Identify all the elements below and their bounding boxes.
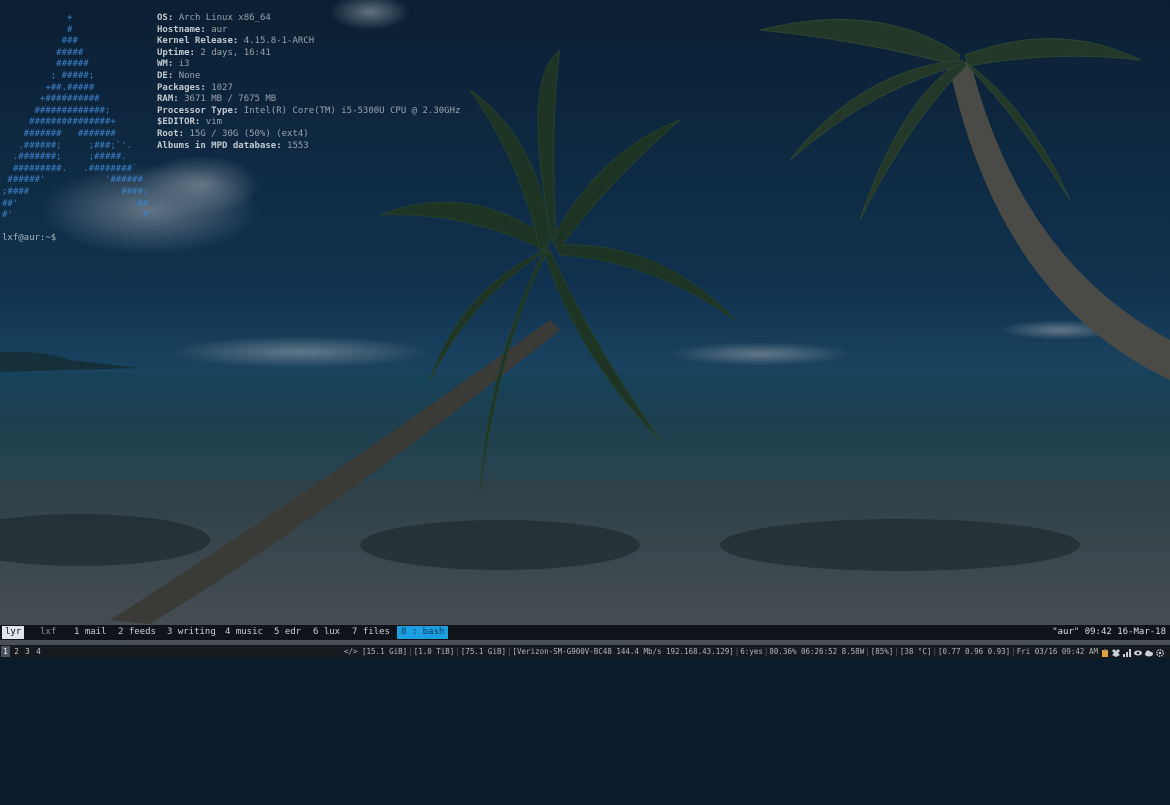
- workspace-1[interactable]: 1: [1, 646, 10, 657]
- sysinfo-key: WM:: [157, 59, 174, 70]
- terminal-window[interactable]: + # ### ##### ###### ; #####; +##.##### …: [0, 0, 1170, 624]
- cloud-icon[interactable]: [1145, 648, 1153, 656]
- sysinfo-value: 2 days, 16:41: [200, 47, 271, 58]
- tmux-window-files[interactable]: 7 files: [352, 625, 390, 640]
- sysinfo-line: RAM: 3671 MB / 7675 MB: [157, 94, 460, 106]
- status-disk-data: [75.1 GiB]: [460, 647, 506, 656]
- sysinfo-line: Packages: 1027: [157, 83, 460, 95]
- system-info: OS: Arch Linux x86_64 Hostname: aur Kernel…: [157, 13, 460, 152]
- sysinfo-value: 1027: [211, 82, 233, 93]
- ascii-logo-line: ######: [2, 59, 89, 70]
- ascii-logo-line: #########. .########`: [2, 163, 138, 174]
- status-ethernet: 6:yes: [740, 647, 763, 656]
- sysinfo-value: None: [178, 70, 201, 81]
- sysinfo-value: Arch Linux x86_64: [178, 13, 271, 23]
- sysinfo-key: Albums in MPD database:: [157, 140, 282, 151]
- sysinfo-key: Kernel Release:: [157, 36, 239, 47]
- shell-prompt[interactable]: lxf@aur:~$: [2, 233, 56, 244]
- eye-icon[interactable]: [1134, 648, 1142, 656]
- network-icon[interactable]: [1123, 648, 1131, 657]
- sysinfo-line: Kernel Release: 4.15.8-1-ARCH: [157, 36, 460, 48]
- sysinfo-line: $EDITOR: vim: [157, 117, 460, 129]
- sysinfo-line: Albums in MPD database: 1553: [157, 141, 460, 153]
- sysinfo-key: DE:: [157, 70, 174, 81]
- ascii-logo-line: .######; ;###;`'.: [2, 140, 133, 151]
- clipboard-icon[interactable]: [1101, 648, 1109, 657]
- sysinfo-key: Packages:: [157, 82, 206, 93]
- status-battery: 80.36% 06:26:52 8.58W: [769, 647, 865, 656]
- sysinfo-key: RAM:: [157, 94, 179, 105]
- workspace-list: 1 2 3 4: [0, 645, 41, 658]
- ascii-logo-line: ##' '##: [2, 198, 149, 209]
- ascii-logo-line: ####### #######: [2, 128, 116, 139]
- workspace-2[interactable]: 2: [12, 646, 21, 657]
- sysinfo-value: 3671 MB / 7675 MB: [184, 94, 277, 105]
- tmux-window-edr[interactable]: 5 edr: [274, 625, 301, 640]
- sysinfo-key: Root:: [157, 128, 185, 139]
- ascii-logo-line: #' `#: [2, 210, 149, 221]
- status-wifi: [Verizon-SM-G900V-BC48 144.4 Mb/s 192.16…: [512, 647, 734, 656]
- ascii-logo-line: #############;: [2, 105, 111, 116]
- tmux-window-feeds[interactable]: 2 feeds: [118, 625, 156, 640]
- gear-icon[interactable]: [1156, 648, 1164, 657]
- ascii-logo-line: ; #####;: [2, 70, 95, 81]
- sysinfo-line: Root: 15G / 30G (50%) (ext4): [157, 129, 460, 141]
- arch-ascii-logo: + # ### ##### ###### ; #####; +##.##### …: [2, 13, 148, 222]
- sysinfo-value: vim: [205, 117, 223, 128]
- ascii-logo-line: ;#### ####;: [2, 186, 149, 197]
- tmux-window-mail[interactable]: 1 mail: [74, 625, 107, 640]
- tmux-session-lxf[interactable]: lxf: [40, 625, 56, 640]
- status-blocks: </> [15.1 GiB] | [1.0 TiB] | [75.1 GiB] | […: [344, 645, 1164, 658]
- sysinfo-line: DE: None: [157, 71, 460, 83]
- ascii-logo-line: ###: [2, 36, 78, 47]
- i3bar: 1 2 3 4 </> [15.1 GiB] | [1.0 TiB] | [75.1…: [0, 645, 1170, 658]
- ascii-logo-line: .#######; ;#####.: [2, 152, 127, 163]
- status-clock: Fri 03/16 09:42 AM: [1016, 647, 1098, 656]
- tmux-window-bash[interactable]: 8 : bash: [397, 626, 449, 639]
- tmux-status-bar: lyr lxf 1 mail 2 feeds 3 writing 4 music…: [0, 625, 1170, 640]
- sysinfo-key: Hostname:: [157, 24, 206, 35]
- sysinfo-value: 1553: [287, 140, 309, 151]
- sysinfo-line: Uptime: 2 days, 16:41: [157, 48, 460, 60]
- ascii-logo-line: ###############+: [2, 117, 116, 128]
- ascii-logo-line: ######' '######: [2, 175, 143, 186]
- sysinfo-key: Uptime:: [157, 47, 195, 58]
- ascii-logo-line: +: [2, 13, 73, 23]
- status-disk-home: [1.0 TiB]: [413, 647, 455, 656]
- ascii-logo-line: #: [2, 24, 73, 35]
- dropbox-icon[interactable]: [1112, 648, 1120, 657]
- sysinfo-value: 15G / 30G (50%) (ext4): [189, 128, 309, 139]
- sysinfo-value: 4.15.8-1-ARCH: [243, 36, 315, 47]
- sysinfo-line: Hostname: aur: [157, 25, 460, 37]
- status-volume: [85%]: [870, 647, 894, 656]
- tmux-session-lyr[interactable]: lyr: [2, 626, 25, 639]
- tmux-window-music[interactable]: 4 music: [225, 625, 263, 640]
- status-disk-root: </> [15.1 GiB]: [343, 647, 408, 656]
- workspace-3[interactable]: 3: [23, 646, 32, 657]
- sysinfo-line: WM: i3: [157, 59, 460, 71]
- status-temperature: [38 °C]: [899, 647, 932, 656]
- status-load: [0.77 0.96 0.93]: [937, 647, 1011, 656]
- workspace-4[interactable]: 4: [34, 646, 43, 657]
- sysinfo-value: Intel(R) Core(TM) i5-5300U CPU @ 2.30GHz: [243, 105, 461, 116]
- ascii-logo-line: +##.#####: [2, 82, 95, 93]
- tmux-window-lux[interactable]: 6 lux: [313, 625, 340, 640]
- sysinfo-line: OS: Arch Linux x86_64: [157, 13, 460, 25]
- sysinfo-value: aur: [211, 24, 228, 35]
- sysinfo-key: $EDITOR:: [157, 117, 201, 128]
- tmux-host-clock: "aur" 09:42 16-Mar-18: [1052, 627, 1166, 637]
- sysinfo-value: i3: [178, 59, 190, 70]
- sysinfo-key: Processor Type:: [157, 105, 239, 116]
- ascii-logo-line: +##########: [2, 94, 100, 105]
- tmux-window-writing[interactable]: 3 writing: [167, 625, 216, 640]
- ascii-logo-line: #####: [2, 47, 84, 58]
- sysinfo-key: OS:: [157, 13, 174, 23]
- sysinfo-line: Processor Type: Intel(R) Core(TM) i5-530…: [157, 106, 460, 118]
